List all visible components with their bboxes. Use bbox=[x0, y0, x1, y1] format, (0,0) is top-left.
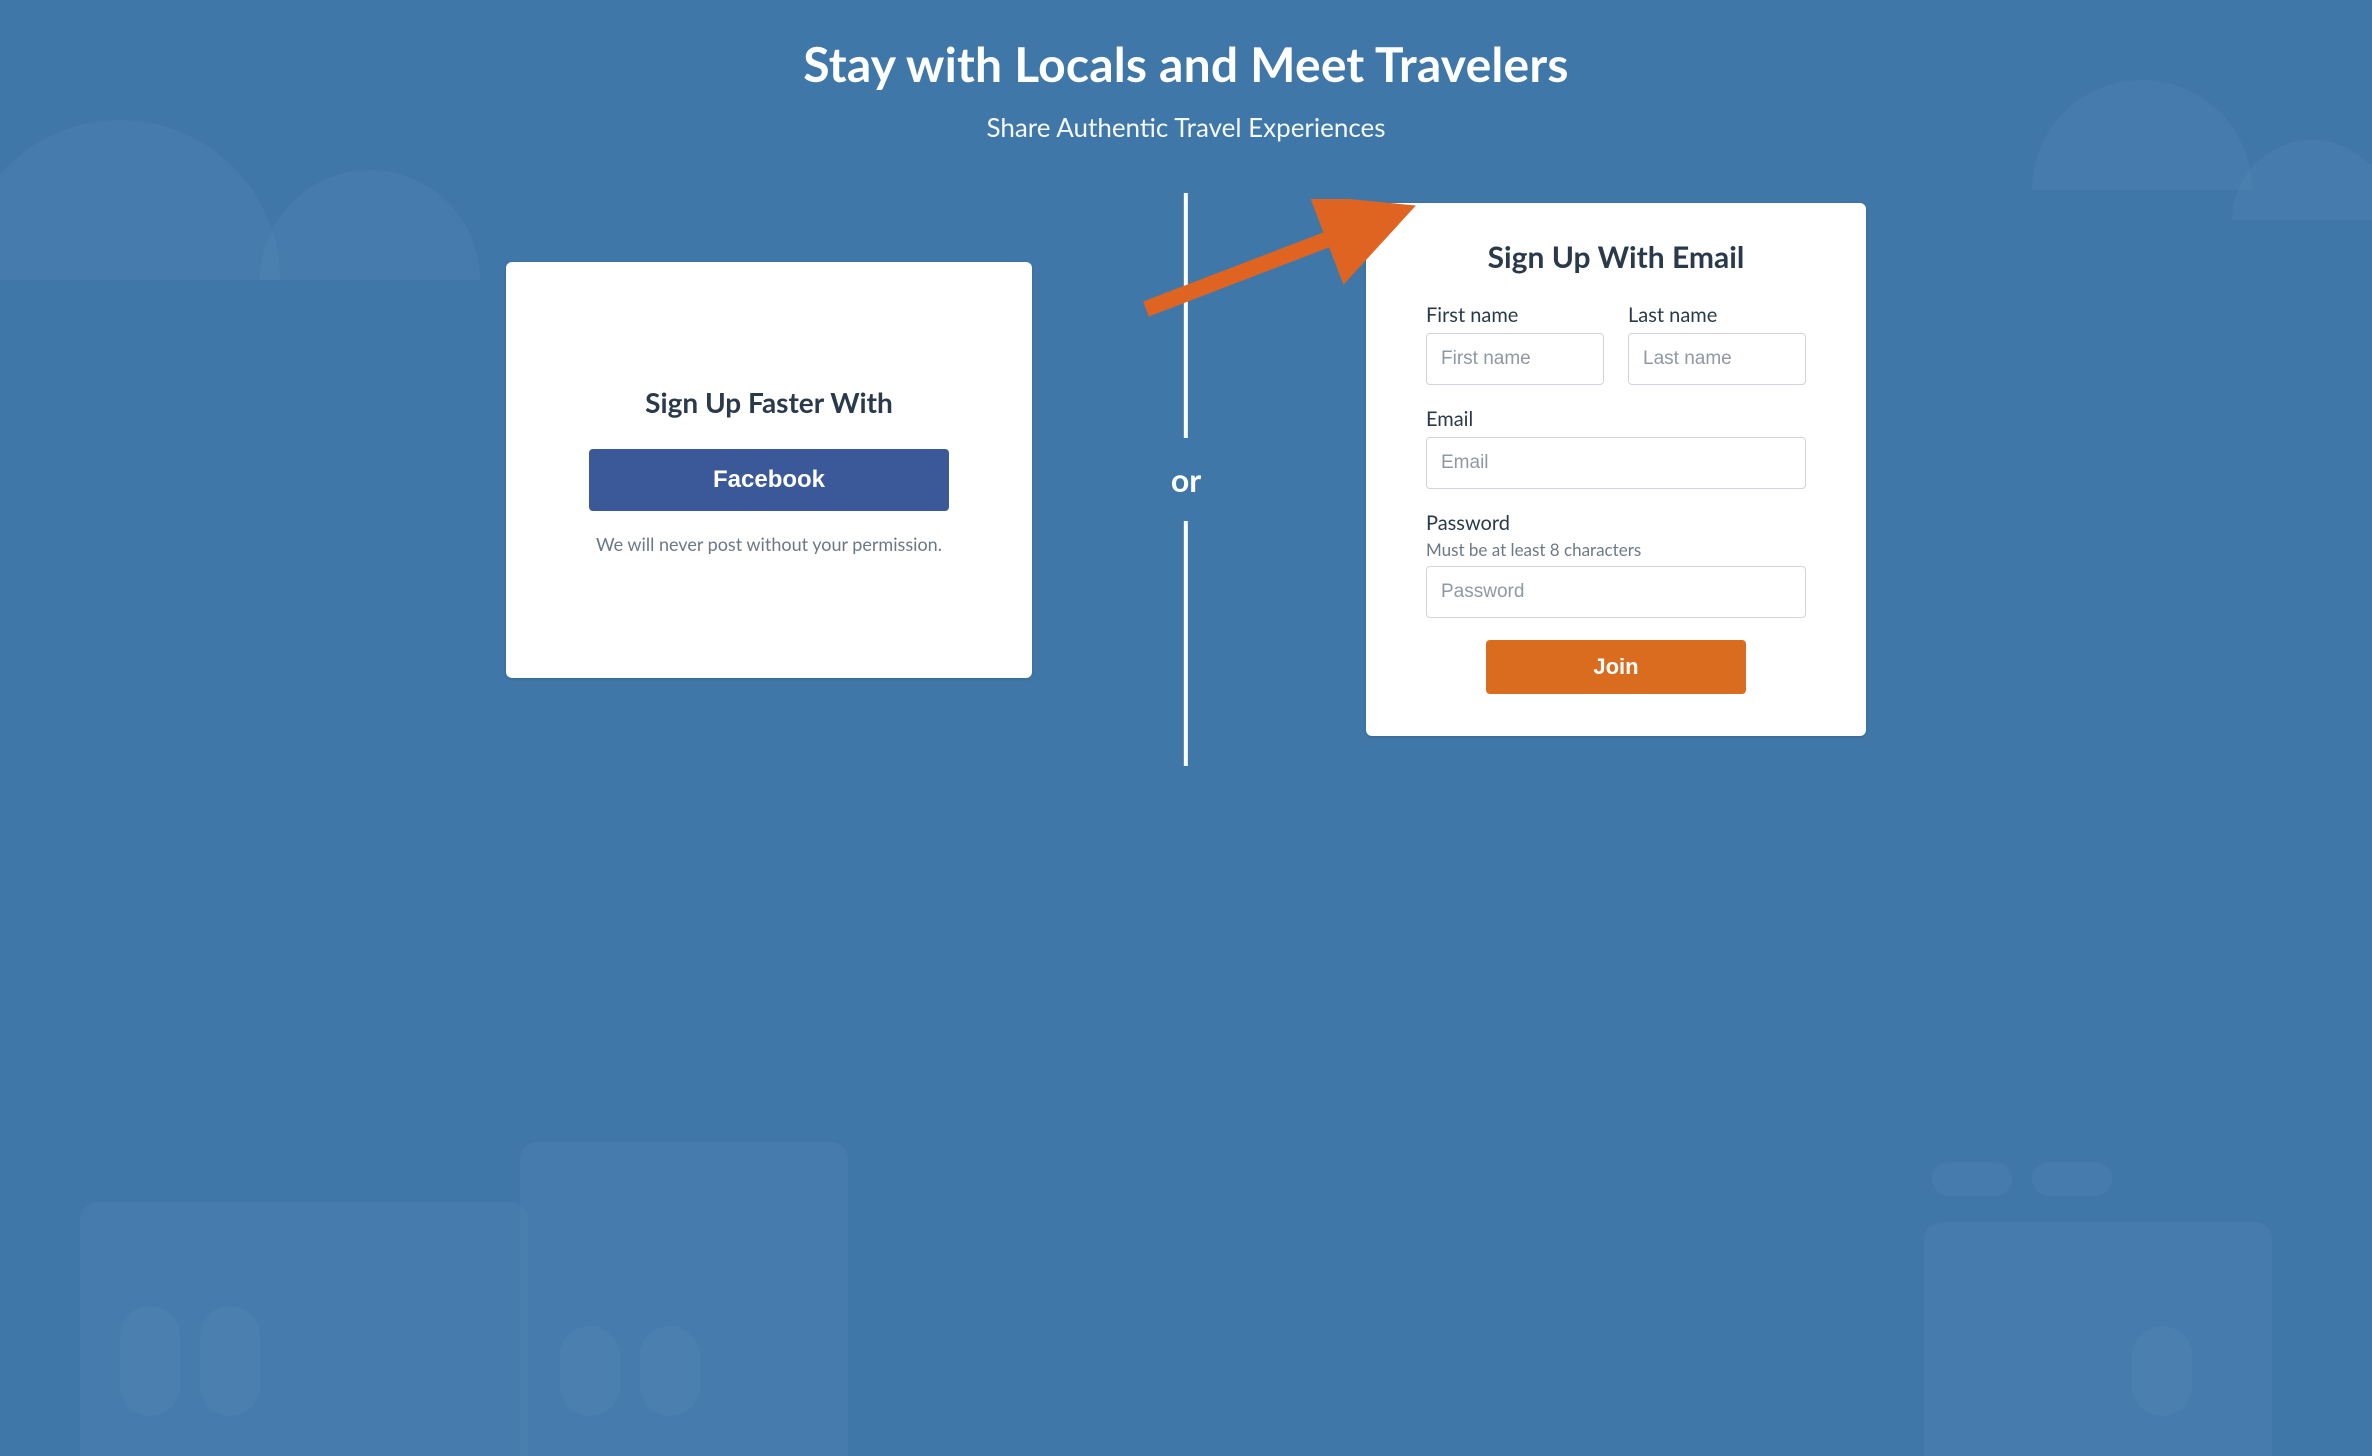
facebook-signup-card: Sign Up Faster With Facebook We will nev… bbox=[506, 262, 1032, 678]
facebook-signup-button[interactable]: Facebook bbox=[589, 449, 949, 511]
password-label: Password bbox=[1426, 511, 1806, 535]
email-input[interactable] bbox=[1426, 437, 1806, 489]
email-field-group: Email bbox=[1426, 407, 1806, 489]
first-name-input[interactable] bbox=[1426, 333, 1604, 385]
hero-title: Stay with Locals and Meet Travelers bbox=[803, 36, 1568, 93]
last-name-label: Last name bbox=[1628, 303, 1806, 327]
facebook-disclaimer: We will never post without your permissi… bbox=[596, 533, 942, 555]
password-hint: Must be at least 8 characters bbox=[1426, 539, 1806, 560]
last-name-input[interactable] bbox=[1628, 333, 1806, 385]
divider-line-bottom bbox=[1184, 521, 1188, 766]
password-field-group: Password Must be at least 8 characters bbox=[1426, 511, 1806, 618]
email-signup-card: Sign Up With Email First name Last name … bbox=[1366, 203, 1866, 736]
divider-line-top bbox=[1184, 193, 1188, 438]
facebook-card-heading: Sign Up Faster With bbox=[645, 385, 893, 419]
last-name-field-group: Last name bbox=[1628, 303, 1806, 385]
email-card-heading: Sign Up With Email bbox=[1426, 239, 1806, 275]
divider: or bbox=[1171, 193, 1201, 766]
first-name-field-group: First name bbox=[1426, 303, 1604, 385]
hero: Stay with Locals and Meet Travelers Shar… bbox=[803, 36, 1568, 143]
signup-row: or Sign Up Faster With Facebook We will … bbox=[506, 203, 1866, 736]
password-input[interactable] bbox=[1426, 566, 1806, 618]
email-label: Email bbox=[1426, 407, 1806, 431]
first-name-label: First name bbox=[1426, 303, 1604, 327]
hero-subtitle: Share Authentic Travel Experiences bbox=[803, 111, 1568, 143]
join-button[interactable]: Join bbox=[1486, 640, 1746, 694]
divider-label: or bbox=[1171, 438, 1201, 521]
